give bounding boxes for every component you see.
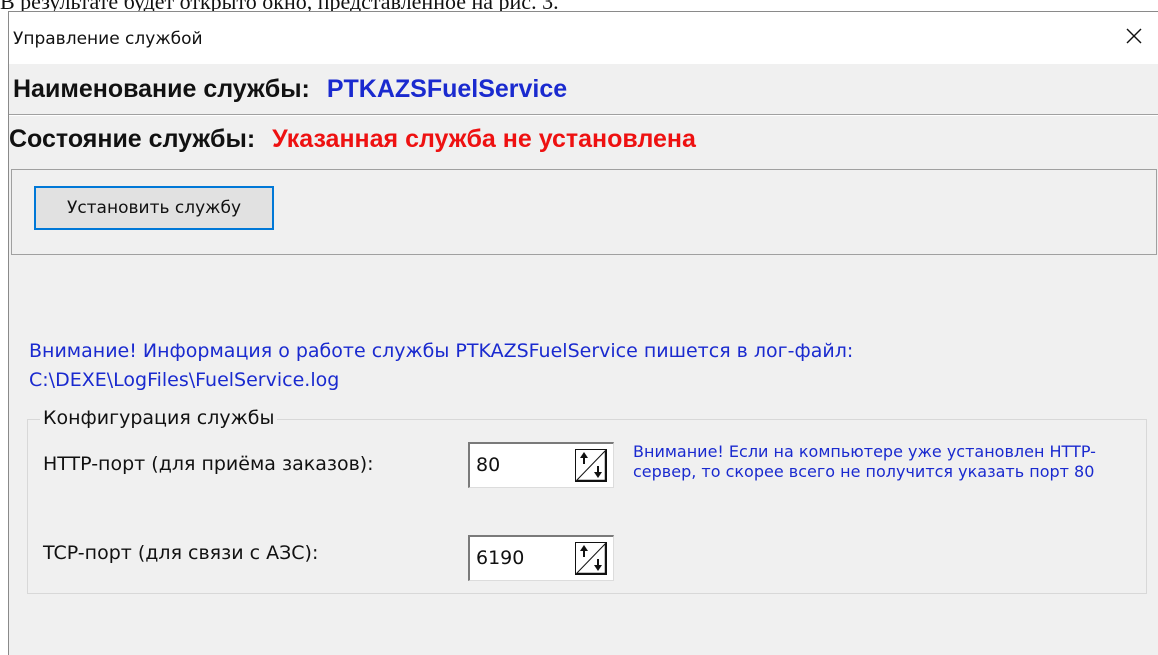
actions-panel: Установить службу	[11, 169, 1157, 255]
log-notice-line1: Внимание! Информация о работе службы PTK…	[29, 340, 854, 362]
tcp-port-stepper[interactable]: 6190	[468, 535, 614, 581]
config-legend: Конфигурация службы	[40, 407, 278, 429]
service-state-value: Указанная служба не установлена	[272, 125, 696, 153]
http-port-input[interactable]: 80	[476, 454, 500, 476]
service-name-label: Наименование службы:	[13, 75, 310, 103]
service-management-dialog: Управление службой Наименование службы: …	[8, 11, 1158, 655]
service-state-row: Состояние службы: Указанная служба не ус…	[9, 125, 696, 154]
service-name-value: PTKAZSFuelService	[326, 75, 568, 103]
title-bar: Управление службой	[9, 12, 1158, 64]
window-title: Управление службой	[13, 29, 203, 49]
close-icon	[1124, 26, 1144, 50]
spin-arrows-icon[interactable]	[575, 542, 608, 576]
service-state-label: Состояние службы:	[9, 125, 256, 153]
service-name-row: Наименование службы: PTKAZSFuelService	[13, 75, 567, 104]
http-port-stepper[interactable]: 80	[468, 442, 614, 488]
divider	[9, 114, 1158, 116]
tcp-port-label: TCP-порт (для связи с АЗС):	[43, 542, 319, 564]
close-button[interactable]	[1110, 12, 1158, 64]
http-port-label: HTTP-порт (для приёма заказов):	[43, 453, 374, 475]
install-service-button[interactable]: Установить службу	[34, 186, 274, 230]
tcp-port-input[interactable]: 6190	[476, 547, 524, 569]
log-file-path: C:\DEXE\LogFiles\FuelService.log	[29, 369, 340, 391]
port-warning: Внимание! Если на компьютере уже установ…	[633, 442, 1096, 481]
spin-arrows-icon[interactable]	[575, 449, 608, 483]
